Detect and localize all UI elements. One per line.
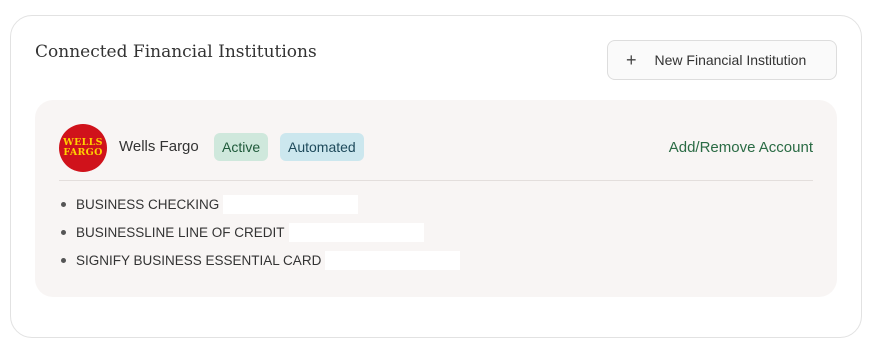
bullet: [61, 201, 66, 207]
logo-text-line2: FARGO: [63, 147, 103, 158]
redacted-account-number: [325, 250, 461, 270]
status-badge-active: Active: [214, 133, 269, 161]
new-financial-institution-button[interactable]: + New Financial Institution: [607, 40, 837, 80]
redacted-account-number: [223, 194, 359, 214]
account-list: BUSINESS CHECKING BUSINESSLINE LINE OF C…: [59, 190, 461, 274]
account-name: BUSINESSLINE LINE OF CREDIT: [76, 224, 285, 240]
plus-icon: +: [626, 50, 637, 70]
redacted-account-number: [288, 222, 424, 242]
account-item: BUSINESS CHECKING: [59, 190, 460, 218]
wells-fargo-logo: WELLS FARGO: [59, 124, 107, 172]
status-badge-automated: Automated: [280, 133, 364, 161]
account-item: BUSINESSLINE LINE OF CREDIT: [59, 218, 460, 246]
account-name: BUSINESS CHECKING: [76, 196, 220, 212]
connected-institutions-card: Connected Financial Institutions + New F…: [10, 15, 862, 338]
add-remove-account-link[interactable]: Add/Remove Account: [669, 139, 813, 156]
new-financial-institution-label: New Financial Institution: [654, 52, 807, 68]
account-item: SIGNIFY BUSINESS ESSENTIAL CARD: [59, 246, 461, 274]
divider: [59, 180, 813, 181]
bullet: [61, 257, 66, 263]
institution-name: Wells Fargo: [119, 138, 199, 155]
institution-card: WELLS FARGO Wells Fargo Active Automated…: [35, 100, 837, 297]
account-name: SIGNIFY BUSINESS ESSENTIAL CARD: [76, 252, 322, 268]
section-title: Connected Financial Institutions: [35, 42, 317, 62]
bullet: [61, 229, 66, 235]
